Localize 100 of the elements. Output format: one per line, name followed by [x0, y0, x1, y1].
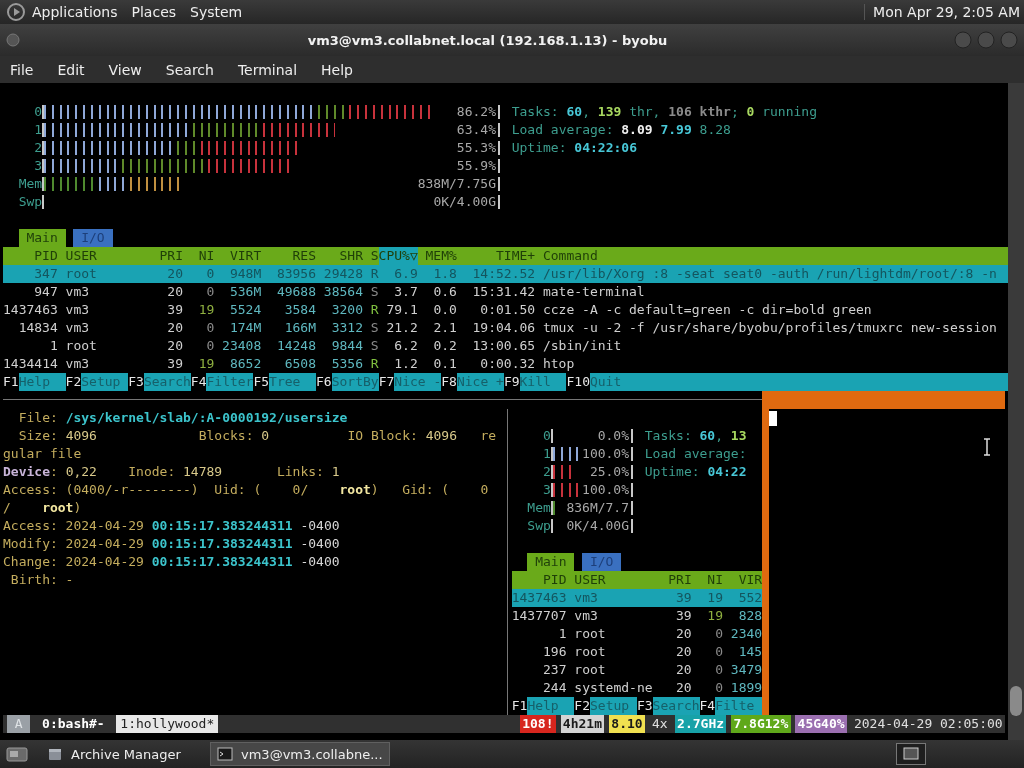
- function-key-button[interactable]: Setup: [590, 697, 637, 715]
- logo-icon[interactable]: [6, 2, 26, 22]
- table-cell-text: 23408: [221, 337, 262, 355]
- column-header[interactable]: PRI: [159, 247, 183, 265]
- panel-menu[interactable]: Applications: [32, 4, 118, 20]
- process-row[interactable]: 1 root 20 0 2340: [511, 625, 763, 643]
- column-header[interactable]: CPU%▽: [378, 247, 418, 265]
- function-key-button[interactable]: Filte: [715, 697, 763, 715]
- column-header[interactable]: TIME+: [456, 247, 536, 265]
- process-row[interactable]: 244 systemd-ne 20 0 1899: [511, 679, 763, 697]
- column-header[interactable]: SHR: [316, 247, 363, 265]
- menu-item[interactable]: View: [108, 61, 142, 78]
- window-menu-icon[interactable]: [5, 32, 21, 48]
- table-cell-text: 1.2: [393, 355, 418, 373]
- scrollbar[interactable]: [1008, 83, 1024, 740]
- status-item: 4x: [651, 715, 669, 733]
- function-key-button[interactable]: Setup: [81, 373, 129, 391]
- tab[interactable]: I/O: [582, 553, 622, 571]
- table-cell-text: 5356: [330, 355, 363, 373]
- table-cell-text: 244: [542, 679, 567, 697]
- table-cell-text: root: [573, 625, 607, 643]
- table-cell-text: R: [369, 355, 379, 373]
- tab[interactable]: Main: [18, 229, 66, 247]
- minimize-button[interactable]: [954, 31, 972, 49]
- info-line: Uptime: 04:22:06: [511, 139, 638, 157]
- stat-line: Size: 4096 Blocks: 0 IO Block: 4096 re: [17, 427, 498, 445]
- process-row[interactable]: 237 root 20 0 3479: [511, 661, 763, 679]
- column-header[interactable]: Command: [535, 247, 1008, 265]
- process-row[interactable]: 347 root 20 0 948M 83956 29428 R 6.9 1.8 14:52.52 /usr/lib/Xorg :8 -seat seat0 -auth /run/lightdm/root/:8 -n: [3, 265, 1008, 283]
- tab[interactable]: I/O: [73, 229, 113, 247]
- maximize-button[interactable]: [977, 31, 995, 49]
- column-header[interactable]: USER: [566, 571, 669, 589]
- process-row[interactable]: 196 root 20 0 145: [511, 643, 763, 661]
- table-cell-text: 174M: [228, 319, 262, 337]
- status-item: 7.8G12%: [731, 715, 791, 733]
- clock[interactable]: Mon Apr 29, 2:05 AM: [864, 4, 1020, 20]
- function-key-button[interactable]: Search: [652, 697, 700, 715]
- table-cell-text: vm3: [64, 319, 91, 337]
- table-cell-text: 3.7: [393, 283, 418, 301]
- table-cell-text: 79.1: [385, 301, 418, 319]
- column-header[interactable]: S: [362, 247, 379, 265]
- function-key-button[interactable]: Kill: [519, 373, 567, 391]
- column-header[interactable]: NI: [183, 247, 215, 265]
- table-cell-text: /sbin/init: [541, 337, 623, 355]
- table-cell-text: 0: [714, 643, 723, 661]
- menu-item[interactable]: Search: [165, 61, 214, 78]
- show-desktop-icon[interactable]: [6, 745, 28, 763]
- panel-menu[interactable]: System: [190, 4, 243, 20]
- column-header[interactable]: USER: [57, 247, 160, 265]
- meter-label: 3: [542, 481, 551, 499]
- column-header[interactable]: VIRT: [214, 247, 262, 265]
- function-key-button[interactable]: Help: [527, 697, 575, 715]
- close-button[interactable]: [1000, 31, 1018, 49]
- terminal-icon: [217, 746, 233, 762]
- table-cell-text: S: [369, 283, 379, 301]
- panel-menu[interactable]: Places: [131, 4, 177, 20]
- column-header[interactable]: PID: [511, 571, 567, 589]
- menu-item[interactable]: Help: [321, 61, 353, 78]
- process-row[interactable]: 1437463 vm3 39 19 5524 3584 3200 R 79.1 0.0 0:01.50 ccze -A -c default=green -c dir=bold green: [3, 301, 1008, 319]
- function-key-button[interactable]: Help: [18, 373, 66, 391]
- taskbar-button[interactable]: Archive Manager: [40, 742, 206, 766]
- process-row[interactable]: 1 root 20 0 23408 14248 9844 S 6.2 0.2 13:00.65 /sbin/init: [3, 337, 1008, 355]
- table-cell-text: 1.8: [432, 265, 457, 283]
- table-cell-text: R: [369, 301, 379, 319]
- process-row[interactable]: 1437707 vm3 39 19 828: [511, 607, 763, 625]
- column-header[interactable]: MEM%: [417, 247, 457, 265]
- column-header[interactable]: NI: [691, 571, 723, 589]
- process-row[interactable]: 1437463 vm3 39 19 552: [511, 589, 763, 607]
- process-row[interactable]: 14834 vm3 20 0 174M 166M 3312 S 21.2 2.1 19:04.06 tmux -u -2 -f /usr/share/byobu/profiles/tmuxrc new-session: [3, 319, 1008, 337]
- function-key-button[interactable]: Filter: [206, 373, 254, 391]
- menu-item[interactable]: Edit: [57, 61, 85, 78]
- function-key-button[interactable]: Nice -: [394, 373, 442, 391]
- process-row[interactable]: 947 vm3 20 0 536M 49688 38564 S 3.7 0.6 15:31.42 mate-terminal: [3, 283, 1008, 301]
- tab[interactable]: Main: [527, 553, 575, 571]
- function-key-button[interactable]: Tree: [269, 373, 317, 391]
- process-row[interactable]: 1434414 vm3 39 19 8652 6508 5356 R 1.2 0.1 0:00.32 htop: [3, 355, 1008, 373]
- meter-label: Mem: [17, 175, 43, 193]
- table-cell-text: 948M: [228, 265, 262, 283]
- function-key-button[interactable]: SortBy: [331, 373, 379, 391]
- taskbar-button[interactable]: vm3@vm3.collabne...: [210, 742, 390, 766]
- window-tab[interactable]: 0:bash#-: [38, 715, 109, 733]
- column-header[interactable]: PID: [3, 247, 58, 265]
- table-cell-text: 19: [706, 589, 723, 607]
- stat-line: Modify: 2024-04-29 00:15:17.383244311 -0400: [3, 535, 341, 553]
- menu-item[interactable]: File: [10, 61, 34, 78]
- table-cell-text: R: [369, 265, 379, 283]
- column-header[interactable]: RES: [261, 247, 316, 265]
- stat-line: Birth: -: [9, 571, 75, 589]
- workspace-icon[interactable]: [896, 743, 926, 765]
- table-cell-text: 0: [205, 319, 215, 337]
- table-cell-text: 20: [166, 265, 183, 283]
- column-header[interactable]: PRI: [668, 571, 692, 589]
- function-key-button[interactable]: Nice +: [456, 373, 504, 391]
- window-tab[interactable]: 1:hollywood*: [116, 715, 219, 733]
- scroll-thumb[interactable]: [1010, 686, 1022, 716]
- meter-label: 2: [542, 463, 551, 481]
- function-key-button[interactable]: Search: [143, 373, 191, 391]
- column-header[interactable]: VIR: [723, 571, 763, 589]
- menu-item[interactable]: Terminal: [237, 61, 298, 78]
- table-cell-text: vm3: [64, 355, 91, 373]
